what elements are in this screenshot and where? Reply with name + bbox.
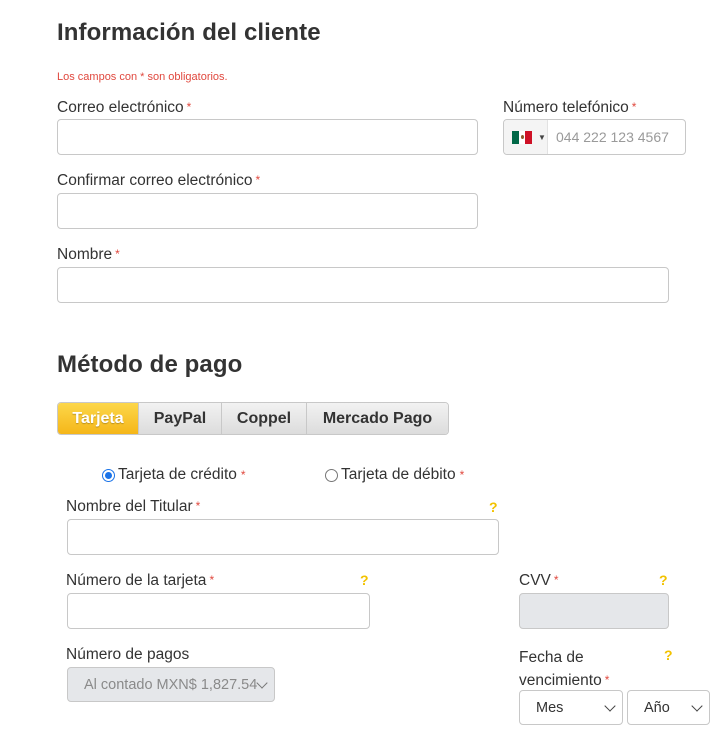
holder-label-text: Nombre del Titular xyxy=(66,498,193,515)
confirm-email-label: Confirmar correo electrónico * xyxy=(57,172,260,190)
required-mark: * xyxy=(459,468,465,482)
required-mark: * xyxy=(604,673,610,687)
expiry-label: Fecha de vencimiento * xyxy=(519,646,609,693)
phone-label: Número telefónico * xyxy=(503,99,636,117)
chevron-down-icon xyxy=(604,699,616,712)
debit-card-radio[interactable] xyxy=(325,468,338,482)
expiry-label-line2: vencimiento xyxy=(519,672,602,689)
card-number-field[interactable] xyxy=(67,593,370,629)
name-label-text: Nombre xyxy=(57,246,113,263)
payments-select[interactable]: Al contado MXN$ 1,827.54 xyxy=(67,667,275,702)
required-mark: * xyxy=(209,573,215,587)
holder-label: Nombre del Titular * xyxy=(66,498,200,516)
required-mark: * xyxy=(186,100,192,114)
debit-card-label: Tarjeta de débito xyxy=(341,466,456,483)
question-mark-icon[interactable]: ? xyxy=(659,572,668,588)
holder-name-field[interactable] xyxy=(67,519,499,555)
phone-field: ▼ 044 222 123 4567 xyxy=(503,119,686,155)
required-mark: * xyxy=(553,573,559,587)
required-fields-note: Los campos con * son obligatorios. xyxy=(57,71,228,83)
expiry-year-select[interactable]: Año xyxy=(627,690,710,725)
payments-label: Número de pagos xyxy=(66,646,190,663)
payments-select-value: Al contado MXN$ 1,827.54 xyxy=(84,676,258,693)
name-field[interactable] xyxy=(57,267,669,303)
cvv-label: CVV * xyxy=(519,572,559,590)
chevron-down-icon xyxy=(691,699,703,712)
tab-coppel[interactable]: Coppel xyxy=(222,403,307,434)
credit-card-label: Tarjeta de crédito xyxy=(118,466,237,483)
debit-card-option[interactable]: Tarjeta de débito * xyxy=(325,466,464,484)
caret-down-icon: ▼ xyxy=(538,132,546,142)
required-mark: * xyxy=(631,100,637,114)
credit-card-option[interactable]: Tarjeta de crédito * xyxy=(102,466,246,484)
required-mark: * xyxy=(115,247,120,261)
expiry-label-line1: Fecha de xyxy=(519,649,584,666)
card-number-label: Número de la tarjeta * xyxy=(66,572,214,590)
cvv-field[interactable] xyxy=(519,593,669,629)
phone-input[interactable]: 044 222 123 4567 xyxy=(548,129,669,145)
credit-card-radio[interactable] xyxy=(102,468,115,482)
question-mark-icon[interactable]: ? xyxy=(664,647,673,663)
expiry-year-value: Año xyxy=(644,699,670,716)
confirm-email-field[interactable] xyxy=(57,193,478,229)
email-field[interactable] xyxy=(57,119,478,155)
payment-method-title: Método de pago xyxy=(57,351,243,378)
customer-info-title: Información del cliente xyxy=(57,19,321,46)
tab-mercado-pago[interactable]: Mercado Pago xyxy=(307,403,448,434)
tab-tarjeta[interactable]: Tarjeta xyxy=(58,403,139,434)
required-mark: * xyxy=(195,499,201,513)
question-mark-icon[interactable]: ? xyxy=(360,572,369,588)
cvv-label-text: CVV xyxy=(519,572,551,589)
card-number-label-text: Número de la tarjeta xyxy=(66,572,207,589)
required-mark: * xyxy=(255,173,261,187)
country-selector[interactable]: ▼ xyxy=(504,120,548,154)
expiry-month-value: Mes xyxy=(536,699,564,716)
chevron-down-icon xyxy=(256,676,268,689)
phone-label-text: Número telefónico xyxy=(503,99,629,116)
mexico-flag-icon xyxy=(512,130,533,144)
required-mark: * xyxy=(240,468,246,482)
confirm-email-label-text: Confirmar correo electrónico xyxy=(57,172,253,189)
expiry-month-select[interactable]: Mes xyxy=(519,690,623,725)
question-mark-icon[interactable]: ? xyxy=(489,499,498,515)
tab-paypal[interactable]: PayPal xyxy=(139,403,222,434)
name-label: Nombre * xyxy=(57,246,120,264)
payment-tabs: Tarjeta PayPal Coppel Mercado Pago xyxy=(57,402,449,435)
email-label: Correo electrónico * xyxy=(57,99,191,117)
email-label-text: Correo electrónico xyxy=(57,99,184,116)
